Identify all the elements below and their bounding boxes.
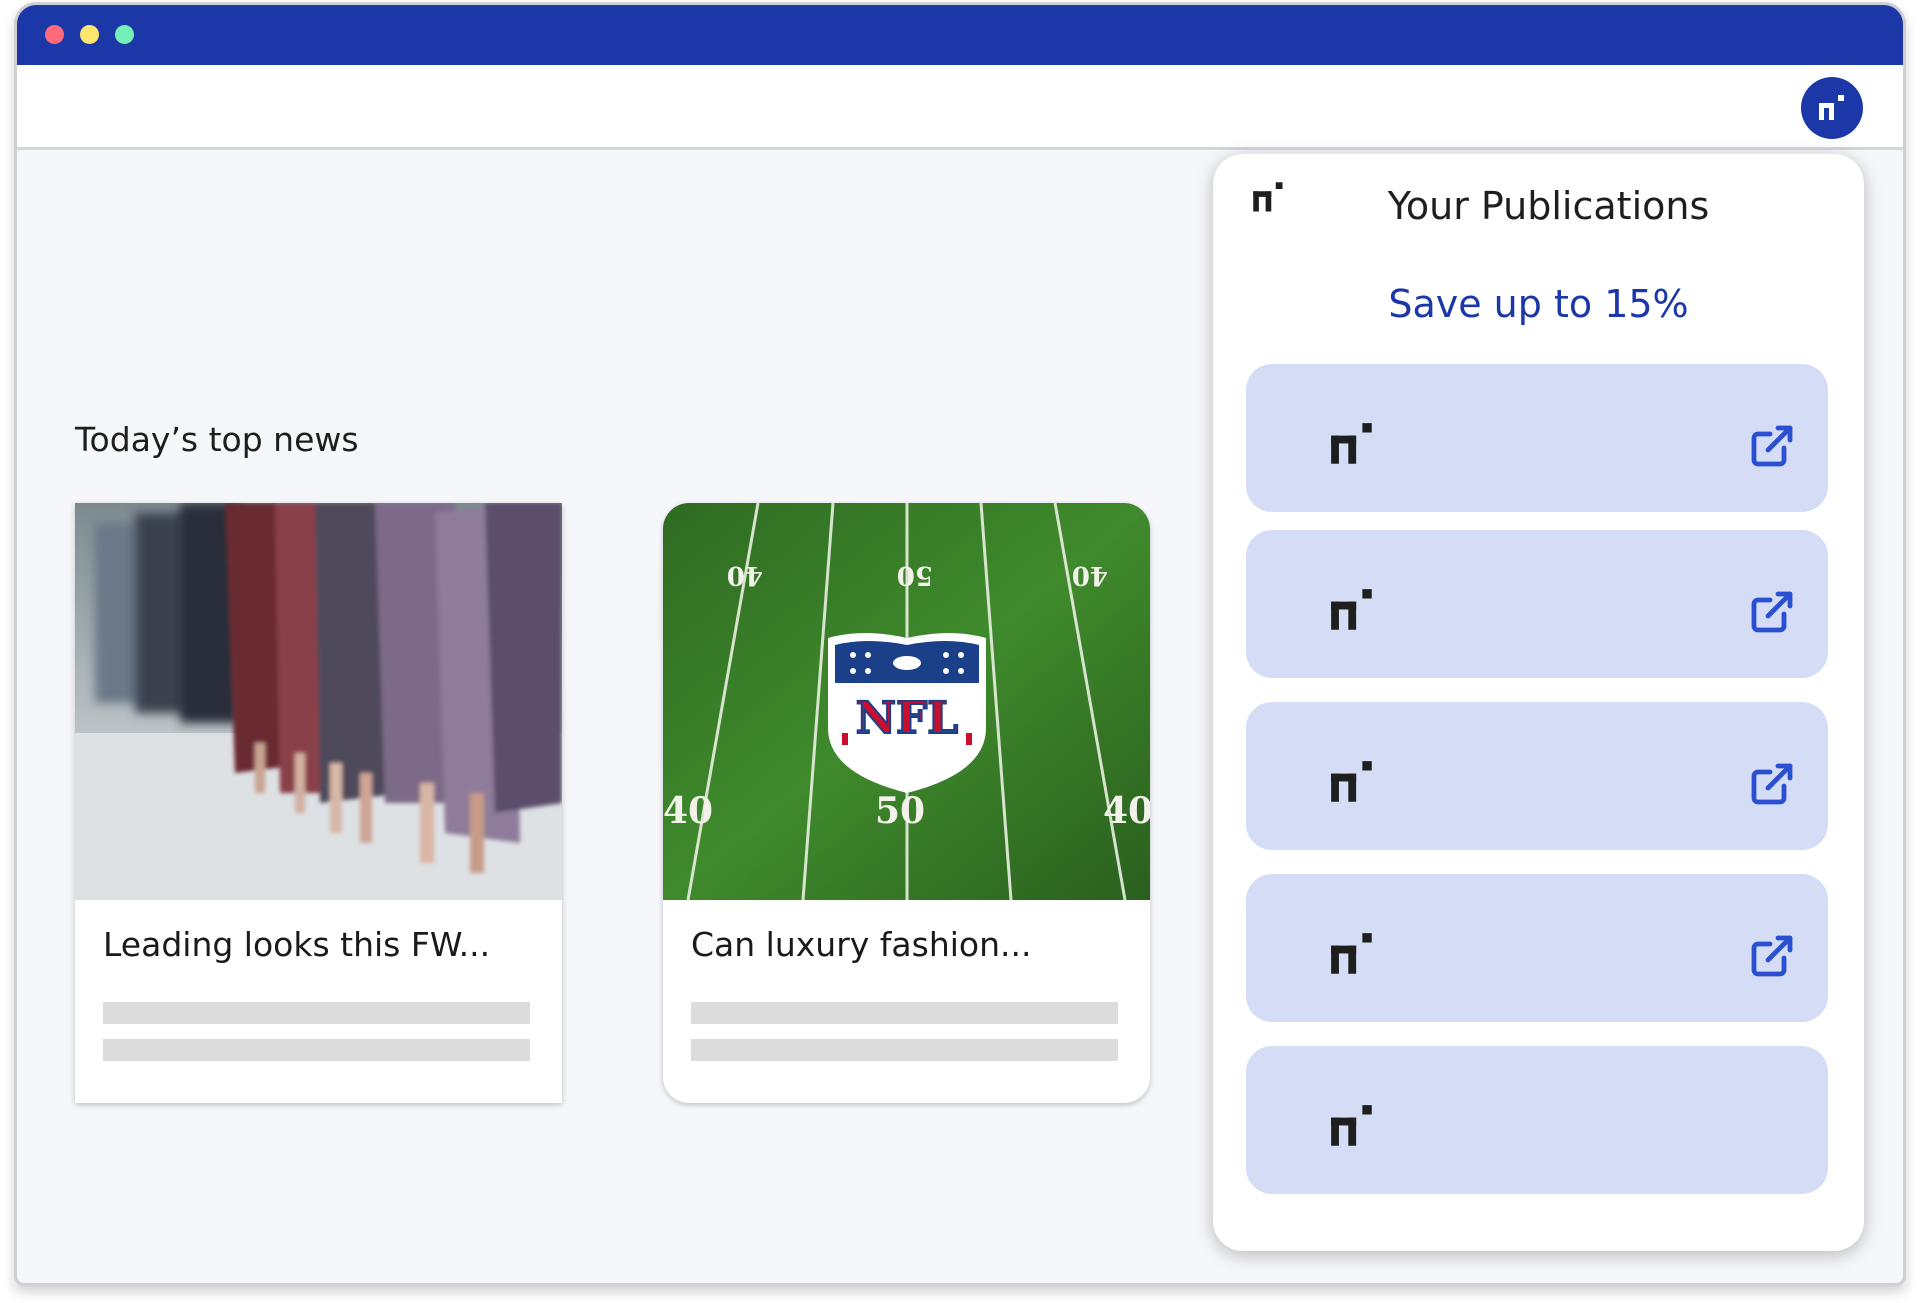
skeleton-line bbox=[691, 1039, 1118, 1061]
yard-number: 40 bbox=[1072, 560, 1108, 590]
publication-logo-icon bbox=[1819, 95, 1844, 120]
skeleton-line bbox=[103, 1039, 530, 1061]
skeleton-line bbox=[103, 1002, 530, 1024]
popup-title: Your Publications bbox=[1387, 184, 1710, 228]
nfl-text: NFL bbox=[856, 693, 958, 744]
extension-button[interactable] bbox=[1801, 77, 1863, 139]
promo-text: Save up to 15% bbox=[1388, 282, 1689, 326]
skeleton-line bbox=[691, 1002, 1118, 1024]
article-title[interactable]: Leading looks this FW... bbox=[103, 925, 490, 964]
publication-logo-icon bbox=[1331, 423, 1372, 464]
external-link-icon[interactable] bbox=[1748, 588, 1796, 636]
publication-item[interactable] bbox=[1246, 364, 1828, 512]
yard-number: 50 bbox=[897, 560, 933, 590]
section-title: Today’s top news bbox=[75, 420, 359, 459]
publication-item[interactable] bbox=[1246, 874, 1828, 1022]
publication-item[interactable] bbox=[1246, 1046, 1828, 1194]
publication-logo-icon bbox=[1331, 761, 1372, 802]
publication-logo-icon bbox=[1331, 589, 1372, 630]
runway-fashion-image bbox=[75, 503, 562, 900]
external-link-icon[interactable] bbox=[1748, 932, 1796, 980]
nfl-field-image: 40 50 40 40 50 40 NFL bbox=[663, 503, 1150, 900]
publication-item[interactable] bbox=[1246, 702, 1828, 850]
external-link-icon[interactable] bbox=[1748, 760, 1796, 808]
publication-logo-icon bbox=[1331, 1105, 1372, 1146]
browser-toolbar bbox=[17, 65, 1903, 150]
yard-number: 50 bbox=[875, 790, 925, 832]
close-window-button[interactable] bbox=[45, 25, 64, 44]
publication-item[interactable] bbox=[1246, 530, 1828, 678]
browser-window: Today’s top news Leading looks this FW..… bbox=[14, 2, 1906, 1286]
external-link-icon[interactable] bbox=[1748, 422, 1796, 470]
article-title[interactable]: Can luxury fashion... bbox=[691, 925, 1031, 964]
yard-number: 40 bbox=[1103, 790, 1150, 832]
yard-number: 40 bbox=[663, 790, 713, 832]
article-card[interactable]: Leading looks this FW... bbox=[75, 503, 562, 1103]
title-bar bbox=[17, 5, 1903, 65]
yard-number: 40 bbox=[727, 560, 763, 590]
publications-popup: Your Publications Save up to 15% bbox=[1213, 154, 1864, 1251]
article-card[interactable]: 40 50 40 40 50 40 NFL Can luxury fashion… bbox=[663, 503, 1150, 1103]
nfl-shield-logo: NFL bbox=[828, 633, 986, 793]
minimize-window-button[interactable] bbox=[80, 25, 99, 44]
maximize-window-button[interactable] bbox=[115, 25, 134, 44]
publication-logo-icon bbox=[1331, 933, 1372, 974]
